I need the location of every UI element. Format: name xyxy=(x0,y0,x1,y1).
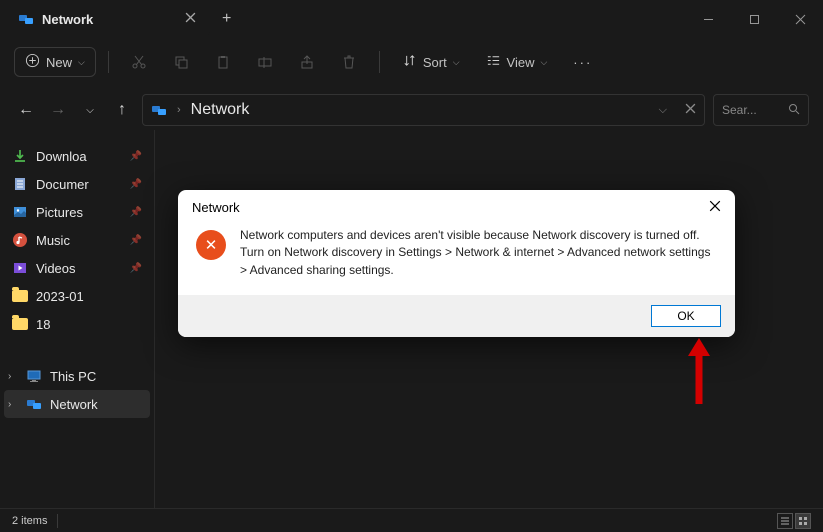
sidebar-item-label: Downloa xyxy=(36,149,87,164)
pin-icon: 📌 xyxy=(130,151,142,162)
status-bar: 2 items xyxy=(0,508,823,532)
chevron-down-icon: ⌵ xyxy=(453,57,460,68)
sidebar-item-label: Videos xyxy=(36,261,76,276)
titlebar: Network + xyxy=(0,0,823,38)
network-icon xyxy=(18,11,34,27)
sidebar-item-label: 2023-01 xyxy=(36,289,84,304)
forward-button[interactable]: → xyxy=(46,101,70,119)
share-button[interactable] xyxy=(289,48,325,76)
nav-row: ← → ⌵ ↑ › Network ⌵ Sear... xyxy=(0,90,823,130)
new-button[interactable]: New ⌵ xyxy=(14,47,96,77)
sidebar-item-doc[interactable]: Documer 📌 xyxy=(4,170,150,198)
view-mode-toggle xyxy=(777,513,811,529)
sort-button[interactable]: Sort ⌵ xyxy=(392,47,470,77)
doc-icon xyxy=(12,176,28,192)
chevron-right-icon[interactable]: › xyxy=(8,371,18,382)
sidebar-item-download[interactable]: Downloa 📌 xyxy=(4,142,150,170)
window-controls xyxy=(685,0,823,38)
sidebar-item-label: Documer xyxy=(36,177,89,192)
new-tab-button[interactable]: + xyxy=(210,10,243,28)
tab-title: Network xyxy=(42,12,93,27)
annotation-arrow xyxy=(685,336,713,411)
separator xyxy=(108,51,109,73)
sidebar-item-videos[interactable]: Videos 📌 xyxy=(4,254,150,282)
download-icon xyxy=(12,148,28,164)
videos-icon xyxy=(12,260,28,276)
folder-icon xyxy=(12,316,28,332)
sort-label: Sort xyxy=(423,55,447,70)
sidebar-item-label: Music xyxy=(36,233,70,248)
chevron-down-icon: ⌵ xyxy=(78,57,85,68)
pin-icon: 📌 xyxy=(130,235,142,246)
sidebar: Downloa 📌 Documer 📌 Pictures 📌 Music 📌 Videos 📌 20… xyxy=(0,130,155,508)
pc-icon xyxy=(26,368,42,384)
sidebar-item-label: 18 xyxy=(36,317,50,332)
cut-button[interactable] xyxy=(121,48,157,76)
recent-locations-button[interactable]: ⌵ xyxy=(78,105,102,116)
tab-close-button[interactable] xyxy=(185,10,196,28)
chevron-right-icon[interactable]: › xyxy=(8,399,18,410)
details-view-button[interactable] xyxy=(777,513,793,529)
pictures-icon xyxy=(12,204,28,220)
sidebar-item-label: Network xyxy=(50,397,98,412)
chevron-right-icon: › xyxy=(177,104,181,116)
address-bar[interactable]: › Network ⌵ xyxy=(142,94,705,126)
back-button[interactable]: ← xyxy=(14,101,38,119)
network-icon xyxy=(26,396,42,412)
pin-icon: 📌 xyxy=(130,179,142,190)
separator xyxy=(379,51,380,73)
maximize-button[interactable] xyxy=(731,0,777,38)
rename-button[interactable] xyxy=(247,48,283,76)
address-clear-button[interactable] xyxy=(685,101,696,119)
sidebar-item-music[interactable]: Music 📌 xyxy=(4,226,150,254)
separator xyxy=(57,514,58,528)
sidebar-item-pictures[interactable]: Pictures 📌 xyxy=(4,198,150,226)
pin-icon: 📌 xyxy=(130,207,142,218)
chevron-down-icon: ⌵ xyxy=(540,57,547,68)
error-icon: ✕ xyxy=(196,230,226,260)
pin-icon: 📌 xyxy=(130,263,142,274)
delete-button[interactable] xyxy=(331,48,367,76)
sidebar-item-folder[interactable]: 2023-01 xyxy=(4,282,150,310)
copy-button[interactable] xyxy=(163,48,199,76)
dialog-footer: OK xyxy=(178,295,735,337)
sidebar-tree-pc[interactable]: › This PC xyxy=(4,362,150,390)
address-dropdown-button[interactable]: ⌵ xyxy=(659,104,667,117)
tab-network[interactable]: Network xyxy=(0,0,210,38)
dialog-body: ✕ Network computers and devices aren't v… xyxy=(178,221,735,295)
dialog-titlebar: Network xyxy=(178,190,735,221)
sidebar-item-label: Pictures xyxy=(36,205,83,220)
paste-button[interactable] xyxy=(205,48,241,76)
dialog-message: Network computers and devices aren't vis… xyxy=(240,227,717,279)
minimize-button[interactable] xyxy=(685,0,731,38)
search-input[interactable]: Sear... xyxy=(713,94,809,126)
network-icon xyxy=(151,102,167,118)
address-text: Network xyxy=(191,101,250,119)
large-icons-view-button[interactable] xyxy=(795,513,811,529)
sort-icon xyxy=(402,53,417,71)
new-label: New xyxy=(46,55,72,70)
toolbar: New ⌵ Sort ⌵ View ⌵ ··· xyxy=(0,38,823,86)
more-button[interactable]: ··· xyxy=(563,49,602,76)
dialog-title: Network xyxy=(192,200,240,215)
up-button[interactable]: ↑ xyxy=(110,101,134,119)
view-icon xyxy=(486,53,501,71)
dialog-close-button[interactable] xyxy=(709,200,721,215)
search-placeholder: Sear... xyxy=(722,103,788,117)
folder-icon xyxy=(12,288,28,304)
sidebar-item-folder[interactable]: 18 xyxy=(4,310,150,338)
view-button[interactable]: View ⌵ xyxy=(476,47,558,77)
sidebar-tree-network[interactable]: › Network xyxy=(4,390,150,418)
network-dialog: Network ✕ Network computers and devices … xyxy=(178,190,735,337)
search-icon xyxy=(788,103,800,118)
close-window-button[interactable] xyxy=(777,0,823,38)
sidebar-item-label: This PC xyxy=(50,369,96,384)
status-text: 2 items xyxy=(12,515,47,527)
plus-circle-icon xyxy=(25,53,40,71)
view-label: View xyxy=(507,55,535,70)
ok-button[interactable]: OK xyxy=(651,305,721,327)
music-icon xyxy=(12,232,28,248)
